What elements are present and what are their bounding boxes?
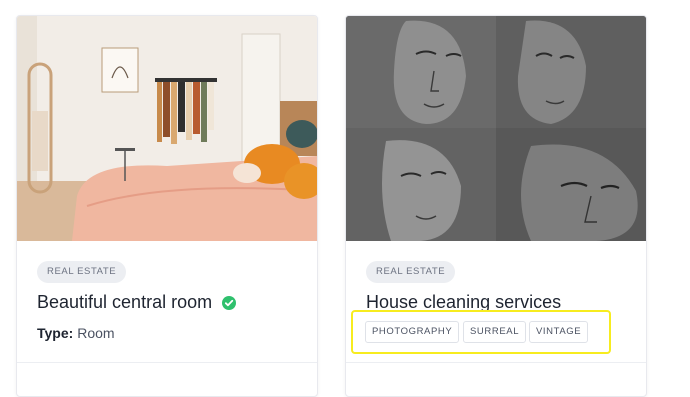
tag-list: PHOTOGRAPHY SURREAL VINTAGE xyxy=(351,310,611,354)
card-image[interactable] xyxy=(17,16,317,241)
card-image[interactable] xyxy=(346,16,646,241)
tag-photography[interactable]: PHOTOGRAPHY xyxy=(365,321,460,343)
bedroom-photo xyxy=(17,16,317,241)
listing-card[interactable]: REAL ESTATE House cleaning services PHOT… xyxy=(345,15,647,397)
category-badge[interactable]: REAL ESTATE xyxy=(37,261,127,283)
type-value: Room xyxy=(77,325,115,341)
type-label: Type: xyxy=(37,325,74,341)
card-divider xyxy=(346,362,646,363)
portrait-sketches-artwork xyxy=(346,16,646,241)
tag-vintage[interactable]: VINTAGE xyxy=(529,321,589,343)
listing-card[interactable]: REAL ESTATE Beautiful central room Type:… xyxy=(16,15,318,397)
category-badge[interactable]: REAL ESTATE xyxy=(366,261,456,283)
card-divider xyxy=(17,362,317,363)
listing-type: Type: Room xyxy=(37,325,115,341)
tag-surreal[interactable]: SURREAL xyxy=(463,321,527,343)
check-circle-icon xyxy=(222,296,237,310)
listing-title-text[interactable]: Beautiful central room xyxy=(37,292,212,312)
listing-title[interactable]: Beautiful central room xyxy=(37,292,237,313)
